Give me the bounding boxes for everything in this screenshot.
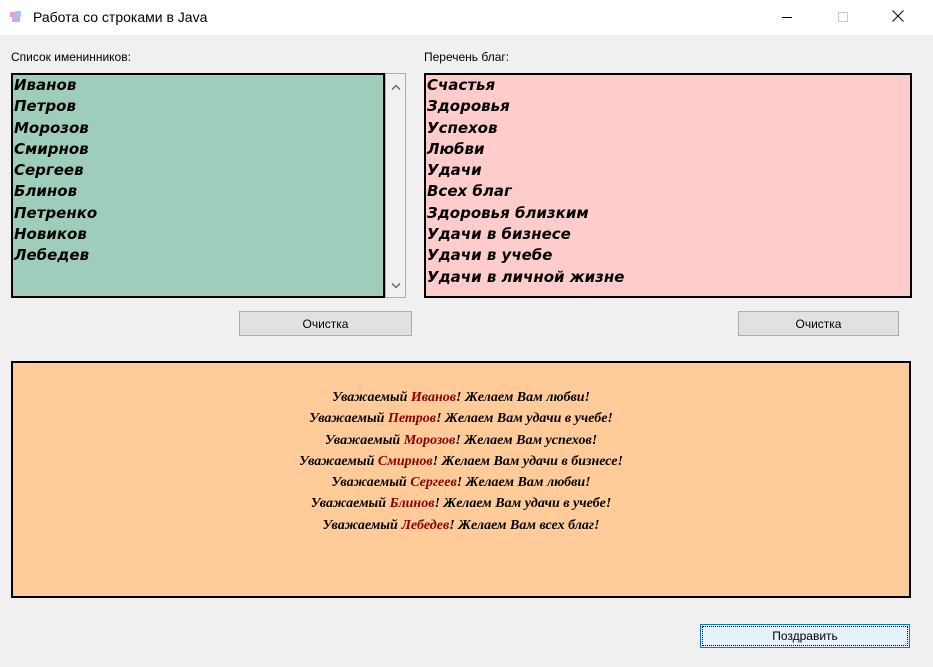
list-item[interactable]: Петренко — [13, 203, 383, 224]
minimize-button[interactable] — [764, 0, 810, 35]
scroll-down-button[interactable] — [386, 275, 405, 295]
close-button[interactable] — [875, 0, 921, 35]
greeting-name: Иванов — [410, 390, 456, 405]
chevron-down-icon — [391, 276, 401, 294]
list-item[interactable]: Удачи в личной жизне — [426, 267, 910, 288]
greeting-line: Уважаемый Блинов! Желаем Вам удачи в уче… — [310, 496, 612, 512]
list-item[interactable]: Здоровья — [426, 96, 910, 117]
names-scrollbar[interactable] — [385, 73, 406, 298]
greeting-name: Блинов — [389, 496, 435, 512]
list-item[interactable]: Блинов — [13, 181, 383, 202]
list-item[interactable]: Здоровья близким — [426, 203, 910, 224]
greeting-name: Морозов — [403, 432, 456, 448]
scroll-up-button[interactable] — [386, 76, 405, 96]
chevron-up-icon — [391, 77, 401, 95]
maximize-button[interactable] — [820, 0, 866, 35]
maximize-icon — [838, 9, 848, 27]
greeting-line: Уважаемый Иванов! Желаем Вам любви! — [332, 390, 590, 405]
greeting-line: Уважаемый Лебедев! Желаем Вам всех благ! — [322, 517, 600, 533]
close-icon — [892, 9, 904, 27]
greeting-line: Уважаемый Сергеев! Желаем Вам любви! — [331, 475, 591, 491]
greetings-output: Уважаемый Иванов! Желаем Вам любви! Уваж… — [11, 361, 911, 598]
list-item[interactable]: Морозов — [13, 118, 383, 139]
list-item[interactable]: Успехов — [426, 118, 910, 139]
list-item[interactable]: Удачи — [426, 160, 910, 181]
greeting-name: Петров — [387, 411, 437, 427]
list-item[interactable]: Удачи в учебе — [426, 245, 910, 266]
list-item[interactable]: Счастья — [426, 75, 910, 96]
greeting-name: Сергеев — [410, 475, 457, 491]
java-app-icon — [9, 10, 25, 24]
names-list[interactable]: Иванов Петров Морозов Смирнов Сергеев Бл… — [11, 73, 385, 298]
names-label: Список именинников: — [11, 50, 131, 64]
benefits-label: Перечень благ: — [424, 50, 510, 64]
clear-benefits-button[interactable]: Очистка — [738, 311, 899, 336]
greeting-line: Уважаемый Морозов! Желаем Вам успехов! — [324, 432, 598, 448]
clear-names-button[interactable]: Очистка — [239, 311, 412, 336]
greeting-name: Лебедев — [401, 517, 450, 533]
congratulate-button[interactable]: Поздравить — [700, 624, 910, 648]
minimize-icon — [782, 9, 792, 27]
list-item[interactable]: Сергеев — [13, 160, 383, 181]
list-item[interactable]: Лебедев — [13, 245, 383, 266]
greeting-name: Смирнов — [377, 453, 433, 469]
list-item[interactable]: Смирнов — [13, 139, 383, 160]
benefits-list[interactable]: Счастья Здоровья Успехов Любви Удачи Все… — [424, 73, 912, 298]
list-item[interactable]: Иванов — [13, 75, 383, 96]
title-bar: Работа со строками в Java — [0, 0, 933, 35]
list-item[interactable]: Новиков — [13, 224, 383, 245]
list-item[interactable]: Всех благ — [426, 181, 910, 202]
greeting-line: Уважаемый Смирнов! Желаем Вам удачи в би… — [299, 453, 623, 469]
window-title: Работа со строками в Java — [33, 9, 208, 25]
list-item[interactable]: Удачи в бизнесе — [426, 224, 910, 245]
list-item[interactable]: Любви — [426, 139, 910, 160]
list-item[interactable]: Петров — [13, 96, 383, 117]
greeting-line: Уважаемый Петров! Желаем Вам удачи в уче… — [309, 411, 613, 427]
